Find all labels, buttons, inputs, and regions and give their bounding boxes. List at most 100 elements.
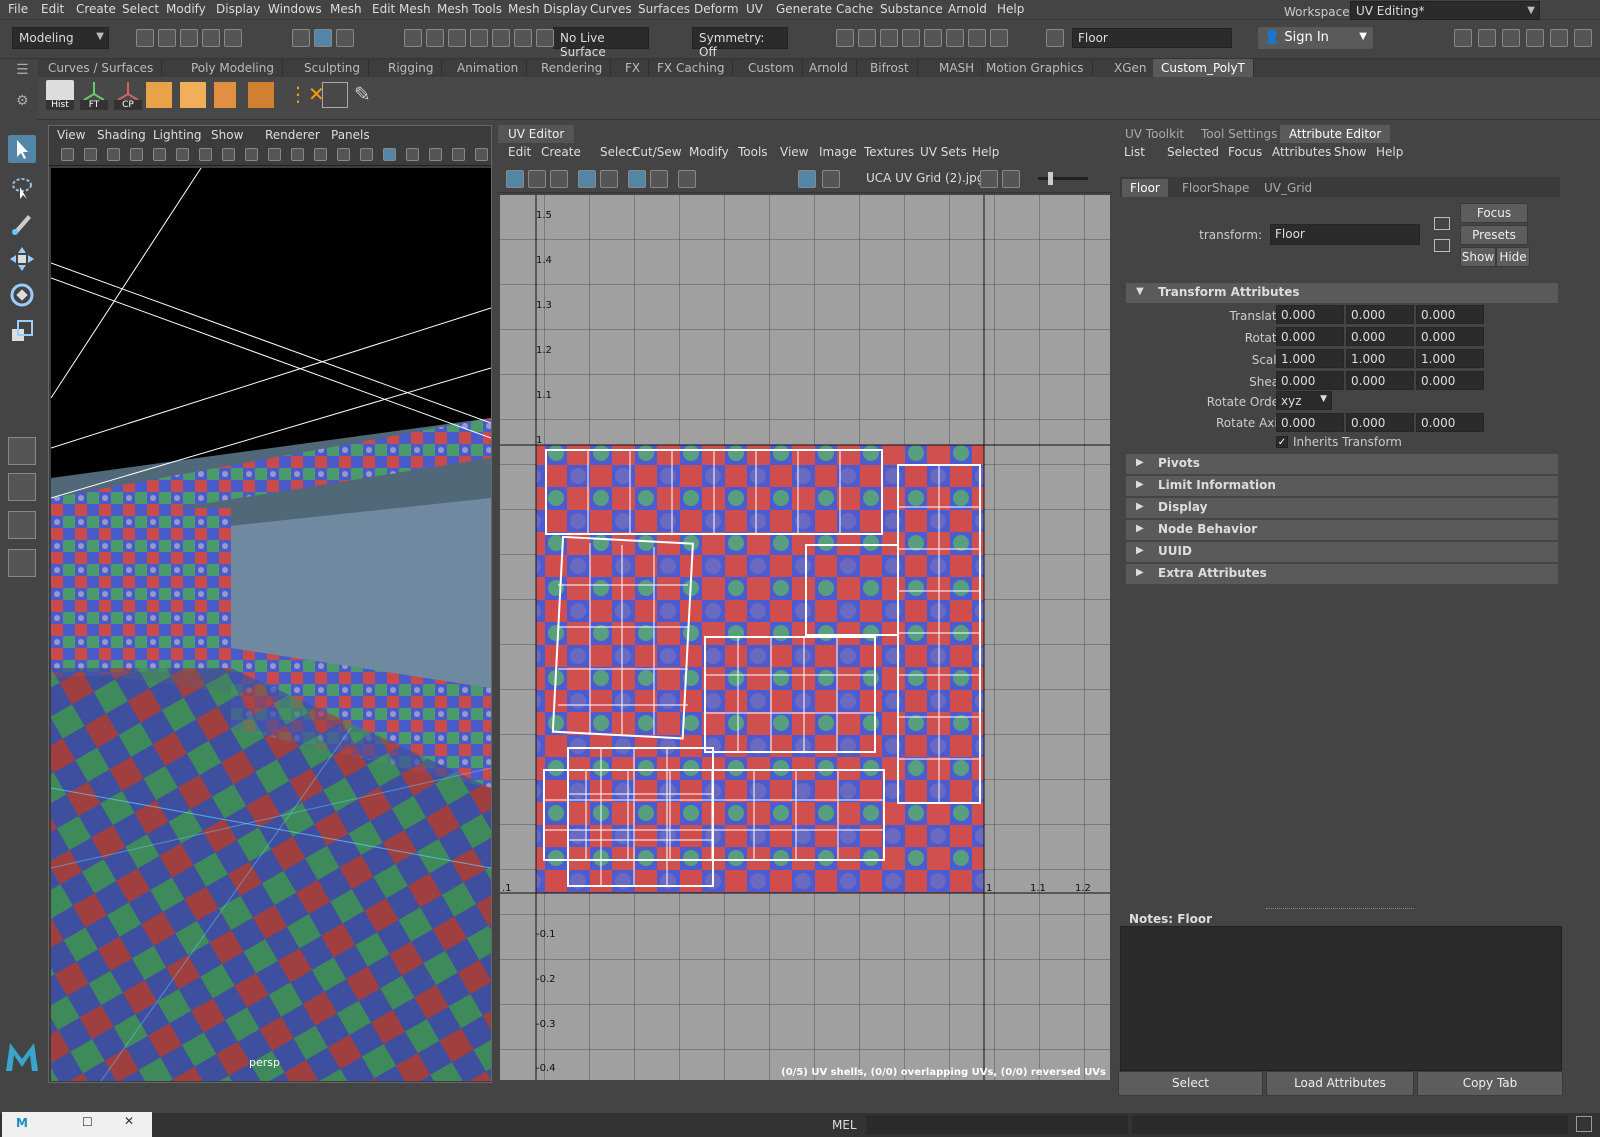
- lasso-tool-icon[interactable]: [8, 173, 36, 201]
- uv-tool-icon[interactable]: [506, 170, 524, 188]
- cube-icon[interactable]: [180, 82, 206, 108]
- viewport-tool-icon[interactable]: [107, 148, 120, 161]
- shelf-tab-sculpting[interactable]: Sculpting: [296, 59, 370, 77]
- exposure-slider[interactable]: [1038, 172, 1088, 185]
- menu-help[interactable]: Help: [997, 2, 1024, 16]
- rotate-tool-icon[interactable]: [8, 281, 36, 309]
- menu-edit[interactable]: Edit: [41, 2, 64, 16]
- ae-tab-uv-toolkit[interactable]: UV Toolkit: [1116, 125, 1193, 143]
- uv-menu-tools[interactable]: Tools: [738, 145, 768, 159]
- section-display[interactable]: ▶ Display: [1126, 498, 1558, 518]
- menu-generate[interactable]: Generate: [776, 2, 832, 16]
- attribute-editor-icon[interactable]: [1478, 29, 1496, 47]
- render-settings-icon[interactable]: [902, 29, 920, 47]
- menu-display[interactable]: Display: [216, 2, 260, 16]
- select-hierarchy-icon[interactable]: [292, 29, 310, 47]
- ae-menu-help[interactable]: Help: [1376, 145, 1403, 159]
- perspective-viewport[interactable]: View Shading Lighting Show Renderer Panels: [48, 125, 492, 1083]
- viewport-tool-icon[interactable]: [222, 148, 235, 161]
- select-object-icon[interactable]: [314, 29, 332, 47]
- uv-tool-icon[interactable]: [578, 170, 596, 188]
- close-icon[interactable]: ✕: [124, 1114, 134, 1128]
- translate-y[interactable]: 0.000: [1346, 305, 1414, 324]
- uv-menu-uv-sets[interactable]: UV Sets: [920, 145, 967, 159]
- menu-modify[interactable]: Modify: [166, 2, 206, 16]
- focus-button[interactable]: Focus: [1460, 203, 1528, 223]
- viewport-menu-panels[interactable]: Panels: [331, 128, 370, 142]
- snap-surface-icon[interactable]: [492, 29, 510, 47]
- menu-select[interactable]: Select: [122, 2, 159, 16]
- ae-menu-focus[interactable]: Focus: [1228, 145, 1262, 159]
- scale-z[interactable]: 1.000: [1416, 349, 1484, 368]
- viewport-tool-icon[interactable]: [199, 148, 212, 161]
- uv-menu-cut-sew[interactable]: Cut/Sew: [632, 145, 682, 159]
- menu-mesh-display[interactable]: Mesh Display: [508, 2, 588, 16]
- pen-icon[interactable]: ✎: [354, 82, 380, 108]
- uv-menu-image[interactable]: Image: [819, 145, 857, 159]
- shear-z[interactable]: 0.000: [1416, 371, 1484, 390]
- viewport-tool-icon[interactable]: [314, 148, 327, 161]
- viewport-menu-renderer[interactable]: Renderer: [265, 128, 320, 142]
- snap-view-icon[interactable]: [470, 29, 488, 47]
- viewport-tool-icon[interactable]: [360, 148, 373, 161]
- uv-tool-icon[interactable]: [600, 170, 618, 188]
- cube-icon[interactable]: [146, 82, 172, 108]
- uv-tool-icon[interactable]: [650, 170, 668, 188]
- light-editor-icon[interactable]: [946, 29, 964, 47]
- single-view-icon[interactable]: [8, 437, 36, 465]
- menu-surfaces[interactable]: Surfaces: [638, 2, 690, 16]
- notes-textarea[interactable]: [1120, 926, 1562, 1071]
- maximize-icon[interactable]: ☐: [82, 1115, 93, 1129]
- shelf-menu-icon[interactable]: ☰: [16, 62, 29, 78]
- open-scene-icon[interactable]: [158, 29, 176, 47]
- ae-menu-attributes[interactable]: Attributes: [1272, 145, 1331, 159]
- scale-x[interactable]: 1.000: [1276, 349, 1344, 368]
- viewport-tool-icon[interactable]: [130, 148, 143, 161]
- ipr-render-icon[interactable]: [880, 29, 898, 47]
- section-limit-information[interactable]: ▶ Limit Information: [1126, 476, 1558, 496]
- sidebar-toggle-icon[interactable]: [1046, 29, 1064, 47]
- outliner-icon[interactable]: [8, 549, 36, 577]
- uv-editor-tab[interactable]: UV Editor: [498, 125, 575, 143]
- rotate-axis-z[interactable]: 0.000: [1416, 413, 1484, 432]
- ae-menu-selected[interactable]: Selected: [1167, 145, 1219, 159]
- viewport-tool-icon[interactable]: [153, 148, 166, 161]
- uv-menu-create[interactable]: Create: [541, 145, 581, 159]
- transform-name-field[interactable]: Floor: [1270, 224, 1420, 245]
- rotate-order-select[interactable]: xyz ▼: [1276, 391, 1332, 410]
- shelf-tab-motion-graphics[interactable]: Motion Graphics: [978, 59, 1093, 77]
- translate-z[interactable]: 0.000: [1416, 305, 1484, 324]
- new-scene-icon[interactable]: [136, 29, 154, 47]
- ae-tab-tool-settings[interactable]: Tool Settings: [1192, 125, 1286, 143]
- inherits-transform-checkbox[interactable]: ✓: [1276, 436, 1288, 448]
- combine-icon[interactable]: [248, 82, 274, 108]
- rotate-x[interactable]: 0.000: [1276, 327, 1344, 346]
- viewport-tool-icon[interactable]: [452, 148, 465, 161]
- extrude-icon[interactable]: [214, 82, 236, 108]
- render-view-icon[interactable]: [836, 29, 854, 47]
- center-pivot-button[interactable]: CP: [114, 80, 142, 110]
- uv-tool-icon[interactable]: [628, 170, 646, 188]
- tool-settings-icon[interactable]: [1502, 29, 1520, 47]
- mode-select[interactable]: Modeling ▼: [12, 27, 109, 49]
- object-name-field[interactable]: Floor: [1072, 28, 1232, 48]
- save-scene-icon[interactable]: [180, 29, 198, 47]
- two-view-icon[interactable]: [8, 511, 36, 539]
- gear-icon[interactable]: ⚙: [16, 93, 29, 109]
- uv-menu-view[interactable]: View: [780, 145, 808, 159]
- focus-output-icon[interactable]: [1434, 239, 1450, 252]
- menu-mesh-tools[interactable]: Mesh Tools: [437, 2, 502, 16]
- shelf-tab-fx-caching[interactable]: FX Caching: [649, 59, 734, 77]
- menu-create[interactable]: Create: [76, 2, 116, 16]
- shelf-tab-arnold[interactable]: Arnold: [801, 59, 857, 77]
- viewport-tool-icon[interactable]: [245, 148, 258, 161]
- viewport-menu-lighting[interactable]: Lighting: [153, 128, 202, 142]
- shelf-tab-custom[interactable]: Custom: [740, 59, 803, 77]
- menu-arnold[interactable]: Arnold: [948, 2, 987, 16]
- viewport-tool-icon[interactable]: [383, 148, 396, 161]
- minimized-window[interactable]: M ☐ ✕: [2, 1112, 152, 1137]
- section-pivots[interactable]: ▶ Pivots: [1126, 454, 1558, 474]
- viewport-tool-icon[interactable]: [268, 148, 281, 161]
- select-component-icon[interactable]: [336, 29, 354, 47]
- viewport-menu-shading[interactable]: Shading: [97, 128, 146, 142]
